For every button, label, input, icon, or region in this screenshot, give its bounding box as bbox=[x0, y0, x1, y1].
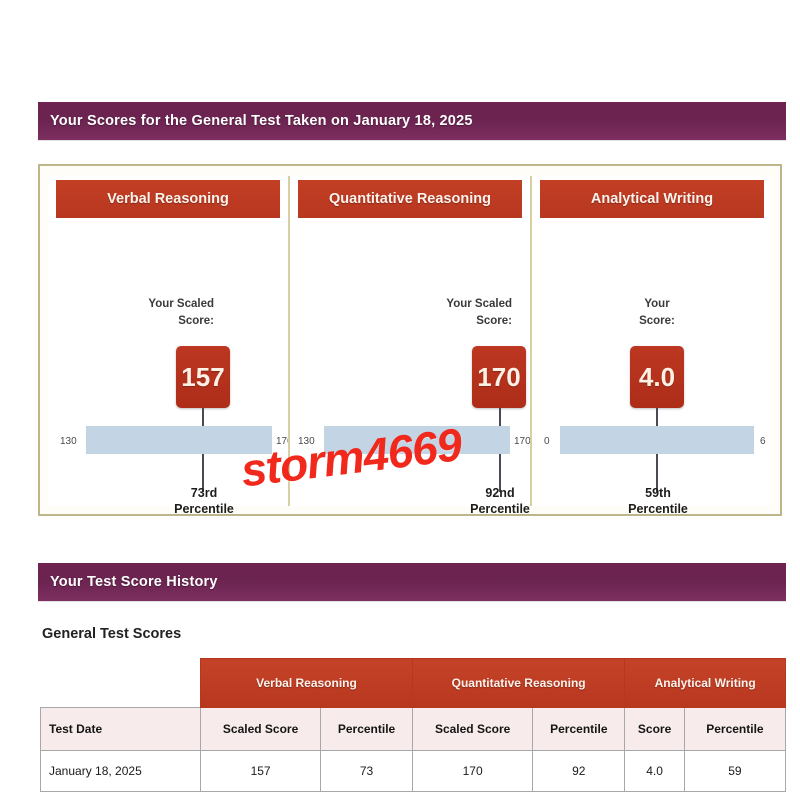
range-min-quantitative: 130 bbox=[298, 436, 315, 447]
score-chip-verbal: 157 bbox=[176, 346, 230, 408]
score-label-quantitative: Your Scaled Score: bbox=[446, 298, 512, 327]
range-min-analytical: 0 bbox=[544, 436, 550, 447]
cell-analytical-percentile: 59 bbox=[683, 750, 787, 792]
score-chip-quantitative: 170 bbox=[472, 346, 526, 408]
range-bar-quantitative bbox=[324, 426, 510, 454]
score-report-page: Your Scores for the General Test Taken o… bbox=[0, 0, 800, 800]
history-subtitle: General Test Scores bbox=[42, 626, 182, 642]
score-card-title-quantitative: Quantitative Reasoning bbox=[298, 180, 522, 218]
range-bar-verbal bbox=[86, 426, 272, 454]
cell-quantitative-scaled-score: 170 bbox=[411, 750, 534, 792]
table-group-header-analytical: Analytical Writing bbox=[624, 658, 786, 708]
cell-verbal-scaled-score: 157 bbox=[200, 750, 322, 792]
cell-quantitative-percentile: 92 bbox=[532, 750, 626, 792]
table-group-header-blank bbox=[40, 658, 201, 708]
scores-section-banner: Your Scores for the General Test Taken o… bbox=[38, 102, 786, 140]
general-test-scores-table: Verbal Reasoning Quantitative Reasoning … bbox=[39, 658, 787, 792]
range-max-quantitative: 170 bbox=[514, 436, 531, 447]
table-col-analytical-score: Score bbox=[624, 707, 685, 751]
table-group-header-row: Verbal Reasoning Quantitative Reasoning … bbox=[40, 658, 786, 708]
score-label-verbal: Your Scaled Score: bbox=[148, 298, 214, 327]
score-card-analytical-writing: Analytical Writing Your Score: 4.0 0 6 5… bbox=[530, 176, 772, 516]
history-section-banner-title: Your Test Score History bbox=[50, 574, 218, 590]
score-card-verbal-reasoning: Verbal Reasoning Your Scaled Score: 157 … bbox=[48, 176, 293, 516]
percentile-analytical: 59th Percentile bbox=[628, 486, 688, 516]
table-col-verbal-percentile: Percentile bbox=[320, 707, 413, 751]
percentile-verbal: 73rd Percentile bbox=[174, 486, 234, 516]
table-group-header-verbal: Verbal Reasoning bbox=[200, 658, 413, 708]
scores-section-banner-title: Your Scores for the General Test Taken o… bbox=[50, 113, 473, 129]
score-card-title-analytical: Analytical Writing bbox=[540, 180, 764, 218]
cell-verbal-percentile: 73 bbox=[320, 750, 413, 792]
table-col-quantitative-scaled-score: Scaled Score bbox=[411, 707, 534, 751]
score-card-body-verbal: Your Scaled Score: 157 130 170 73rd Perc… bbox=[48, 218, 293, 516]
score-label-analytical: Your Score: bbox=[639, 298, 675, 327]
table-col-verbal-scaled-score: Scaled Score bbox=[200, 707, 322, 751]
score-chip-analytical: 4.0 bbox=[630, 346, 684, 408]
table-sub-header-row: Test Date Scaled Score Percentile Scaled… bbox=[39, 707, 787, 751]
range-bar-analytical bbox=[560, 426, 754, 454]
table-group-header-quantitative: Quantitative Reasoning bbox=[411, 658, 626, 708]
table-col-quantitative-percentile: Percentile bbox=[532, 707, 626, 751]
cell-analytical-score: 4.0 bbox=[624, 750, 685, 792]
table-col-test-date: Test Date bbox=[39, 707, 202, 751]
score-cards-panel: Verbal Reasoning Your Scaled Score: 157 … bbox=[38, 164, 782, 516]
range-max-analytical: 6 bbox=[760, 436, 766, 447]
score-card-title-verbal: Verbal Reasoning bbox=[56, 180, 280, 218]
table-col-analytical-percentile: Percentile bbox=[683, 707, 787, 751]
table-row: January 18, 2025 157 73 170 92 4.0 59 bbox=[39, 750, 787, 792]
score-card-body-analytical: Your Score: 4.0 0 6 59th Percentile bbox=[532, 218, 772, 516]
range-min-verbal: 130 bbox=[60, 436, 77, 447]
history-section-banner: Your Test Score History bbox=[38, 563, 786, 601]
score-cards-row: Verbal Reasoning Your Scaled Score: 157 … bbox=[40, 166, 780, 516]
score-card-body-quantitative: Your Scaled Score: 170 130 170 92nd Perc… bbox=[290, 218, 531, 516]
score-card-quantitative-reasoning: Quantitative Reasoning Your Scaled Score… bbox=[288, 176, 531, 516]
cell-test-date: January 18, 2025 bbox=[39, 750, 202, 792]
